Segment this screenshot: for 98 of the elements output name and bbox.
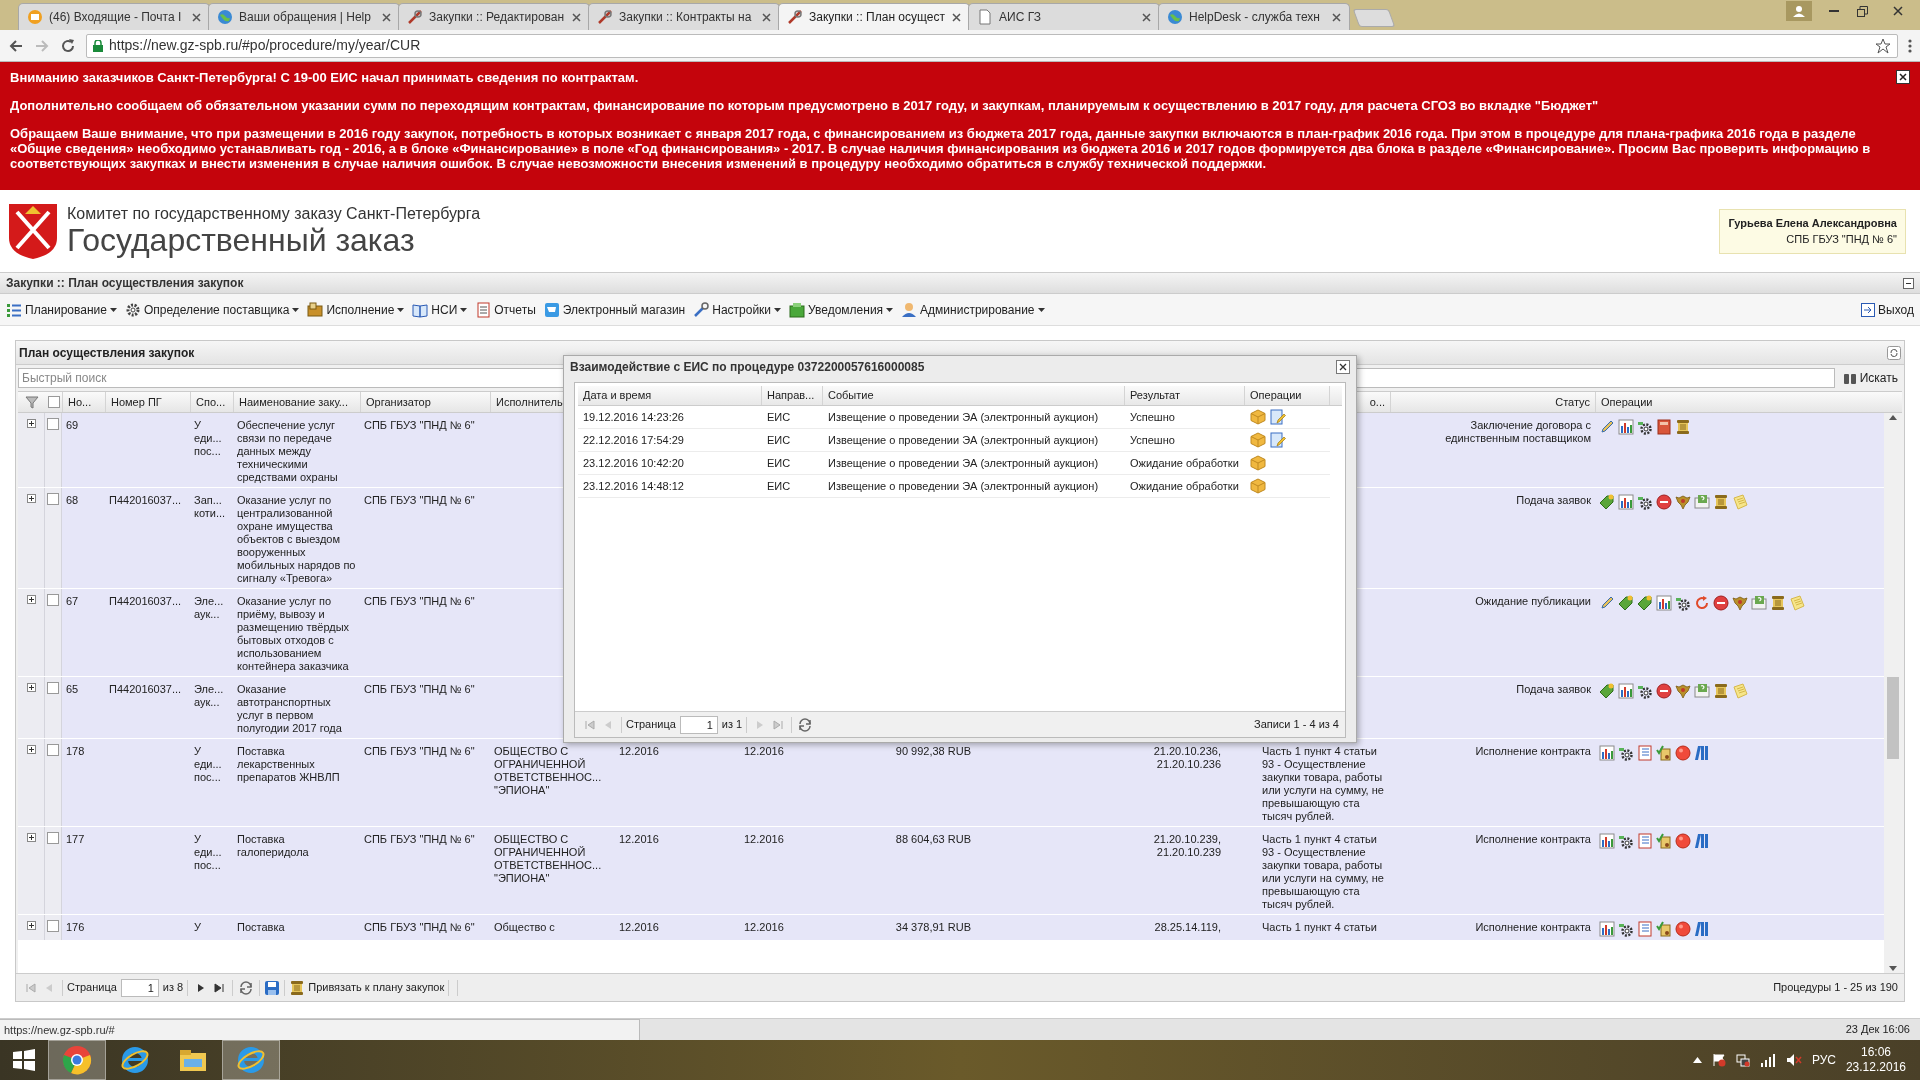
- page-label: Страница: [67, 980, 117, 996]
- tab-title: Закупки :: Редактирован: [429, 9, 566, 26]
- status-cell: Исполнение контракта: [1475, 833, 1591, 845]
- table-cell: У еди... пос...: [194, 419, 222, 457]
- user-organization: СПБ ГБУЗ "ПНД № 6": [1786, 232, 1897, 247]
- table-cell-text: 23.12.2016 10:42:20: [582, 455, 685, 471]
- table-cell: Эле... аук...: [194, 595, 224, 620]
- table-cell: СПБ ГБУЗ "ПНД № 6": [364, 833, 475, 845]
- table-cell-text: ЕИС: [766, 409, 792, 425]
- table-cell: СПБ ГБУЗ "ПНД № 6": [364, 921, 475, 933]
- table-cell: СПБ ГБУЗ "ПНД № 6": [364, 419, 475, 431]
- table-cell: 69: [66, 419, 79, 431]
- table-cell: Оказание услуг по централизованной охране имущества объектов с выездом вооруженных мобильных нарядов по сигналу «Тревога»: [237, 494, 356, 584]
- status-cell: Исполнение контракта: [1475, 745, 1591, 757]
- dialog-title: Взаимодействие с ЕИС по процедуре 0372200057616000085: [570, 359, 926, 376]
- panel-title: План осуществления закупок: [19, 344, 196, 362]
- table-cell: Поставка лекарственных препаратов ЖНВЛП: [237, 745, 340, 783]
- table-cell-text: 28.25.14.119,: [1153, 921, 1221, 935]
- status-cell: Подача заявок: [1516, 683, 1591, 695]
- table-cell: У: [194, 921, 201, 933]
- table-cell-text: Ожидание обработки: [1129, 478, 1240, 494]
- table-cell-text: Ожидание обработки: [1129, 455, 1240, 471]
- table-cell: Поставка: [237, 921, 285, 933]
- tab-title: (46) Входящие - Почта I: [49, 9, 183, 26]
- page-title: Закупки :: План осуществления закупок: [6, 275, 245, 292]
- table-cell: У еди... пос...: [194, 745, 222, 783]
- table-cell: 12.2016: [744, 921, 784, 933]
- page-count: из 1: [721, 717, 743, 733]
- table-cell-text: Успешно: [1129, 432, 1176, 448]
- table-cell: 177: [66, 833, 85, 845]
- table-cell: СПБ ГБУЗ "ПНД № 6": [364, 683, 475, 695]
- table-cell: П442016037...: [109, 595, 182, 607]
- table-cell: 65: [66, 683, 79, 695]
- banner-text: Дополнительно сообщаем об обязательном указании сумм по переходящим контрактам, финансирование по которым предусмотрено в 2017 году, и закупкам, планируемым к осуществлению в 2017 году, для расчета СГОЗ во вкладке "Бюджет": [10, 98, 1600, 113]
- table-cell-text: 23.12.2016 14:48:12: [582, 478, 685, 494]
- table-cell: 12.2016: [744, 745, 784, 757]
- status-cell: Ожидание публикации: [1475, 595, 1591, 607]
- status-cell: Исполнение контракта: [1475, 921, 1591, 933]
- tab-title: HelpDesk - служба техн: [1189, 9, 1321, 26]
- table-cell: 178: [66, 745, 85, 757]
- table-cell-text: ЕИС: [766, 432, 792, 448]
- table-cell: СПБ ГБУЗ "ПНД № 6": [364, 595, 475, 607]
- table-cell: П442016037...: [109, 683, 182, 695]
- tab-title: Закупки :: План осущест: [809, 9, 946, 26]
- banner-text: Обращаем Ваше внимание, что при размещении в 2016 году закупок, потребность в которых возникает с января 2017 года, с финансированием из бюджета 2017 года, данные закупки включаются в план-график 2016 года. При этом в процедуре для плана-графика 2016 года в разделе «Общие сведения» необходимо устанавливать год - 2016, а в блоке «Финансирование» в поле «Год финансирования» - 2017. В случае наличия финансирования из бюджета 2016 и 2017 годов формируется два блока в разделе «Финансирование». Просим Вас проверить информацию в соответствующих закупках и внести изменения в случае наличия ошибок. В случае невозможности внесения изменений в процедуру необходимо обратиться в службу технической поддержки.: [10, 126, 1872, 171]
- table-cell: Зап... коти...: [194, 494, 226, 519]
- table-cell: 88 604,63 RUB: [895, 833, 971, 845]
- table-cell: 176: [66, 921, 85, 933]
- page-label: Страница: [626, 717, 676, 733]
- table-cell-text: 21.20.10.236, 21.20.10.236: [1152, 745, 1221, 772]
- table-cell: П442016037...: [109, 494, 182, 506]
- table-cell: Оказание автотранспортных услуг в первом полугодии 2017 года: [237, 683, 342, 734]
- table-cell-text: Извещение о проведении ЭА (электронный аукцион): [827, 409, 1100, 425]
- table-cell: Обеспечение услуг связи по передаче данных между техническими средствами охраны: [237, 419, 338, 483]
- table-cell: Часть 1 пункт 4 статьи 93 - Осуществление закупки товара, работы или услуги на сумму, не превышающую ста тысяч рублей.: [1262, 833, 1384, 910]
- table-cell: СПБ ГБУЗ "ПНД № 6": [364, 745, 475, 757]
- server-time: 23 Дек 16:06: [1845, 1022, 1911, 1038]
- site-title: Государственный заказ: [67, 223, 416, 257]
- table-cell: Часть 1 пункт 4 статьи: [1262, 921, 1377, 933]
- tab-title: Закупки :: Контракты на: [619, 9, 753, 26]
- record-count: Процедуры 1 - 25 из 190: [1773, 980, 1898, 996]
- table-cell: ОБЩЕСТВО С ОГРАНИЧЕННОЙ ОТВЕТСТВЕННОС... "ЭПИОНА": [494, 833, 602, 884]
- table-cell: 12.2016: [744, 833, 784, 845]
- table-cell-text: Извещение о проведении ЭА (электронный аукцион): [827, 478, 1100, 494]
- table-cell-text: Успешно: [1129, 409, 1176, 425]
- table-cell: СПБ ГБУЗ "ПНД № 6": [364, 494, 475, 506]
- table-cell: У еди... пос...: [194, 833, 222, 871]
- table-cell-text: ЕИС: [766, 478, 792, 494]
- table-cell: Часть 1 пункт 4 статьи 93 - Осуществление закупки товара, работы или услуги на сумму, не превышающую ста тысяч рублей.: [1262, 745, 1384, 822]
- table-cell: 12.2016: [619, 921, 659, 933]
- table-cell: Оказание услуг по приёму, вывозу и размещению твёрдых бытовых отходов с использованием контейнера заказчика: [237, 595, 350, 672]
- table-cell: Эле... аук...: [194, 683, 224, 708]
- table-cell-text: 19.12.2016 14:23:26: [582, 409, 685, 425]
- table-cell-text: Извещение о проведении ЭА (электронный аукцион): [827, 432, 1100, 448]
- tab-title: АИС ГЗ: [999, 9, 1043, 26]
- table-cell: 12.2016: [619, 745, 659, 757]
- banner-text: Вниманию заказчиков Санкт-Петербурга! С 19-00 ЕИС начал принимать сведения по контрактам.: [10, 70, 640, 85]
- user-name: Гурьева Елена Александровна: [1728, 215, 1897, 231]
- table-cell: 12.2016: [619, 833, 659, 845]
- table-cell: Поставка галоперидола: [237, 833, 309, 858]
- tab-title: Ваши обращения | Help: [239, 9, 372, 26]
- table-cell: 34 378,91 RUB: [895, 921, 971, 933]
- table-cell-text: 21.20.10.239, 21.20.10.239: [1152, 833, 1221, 860]
- table-cell: ОБЩЕСТВО С ОГРАНИЧЕННОЙ ОТВЕТСТВЕННОС... "ЭПИОНА": [494, 745, 602, 796]
- table-cell-text: 22.12.2016 17:54:29: [582, 432, 685, 448]
- table-cell: 67: [66, 595, 79, 607]
- table-cell-text: Извещение о проведении ЭА (электронный аукцион): [827, 455, 1100, 471]
- status-cell: Подача заявок: [1516, 494, 1591, 506]
- link-preview: https://new.gz-spb.ru/#: [0, 1019, 640, 1040]
- table-cell: Общество с: [494, 921, 555, 933]
- page-count: из 8: [162, 980, 184, 996]
- record-count: Записи 1 - 4 из 4: [1254, 717, 1339, 733]
- url-text: https://new.gz-spb.ru/#po/procedure/my/year/CUR: [109, 36, 422, 55]
- table-cell: 90 992,38 RUB: [895, 745, 971, 757]
- table-cell: 68: [66, 494, 79, 506]
- status-cell: Заключение договора с единственным поставщиком: [1445, 419, 1591, 444]
- table-cell-text: ЕИС: [766, 455, 792, 471]
- organization-name: Комитет по государственному заказу Санкт-Петербурга: [67, 205, 481, 223]
